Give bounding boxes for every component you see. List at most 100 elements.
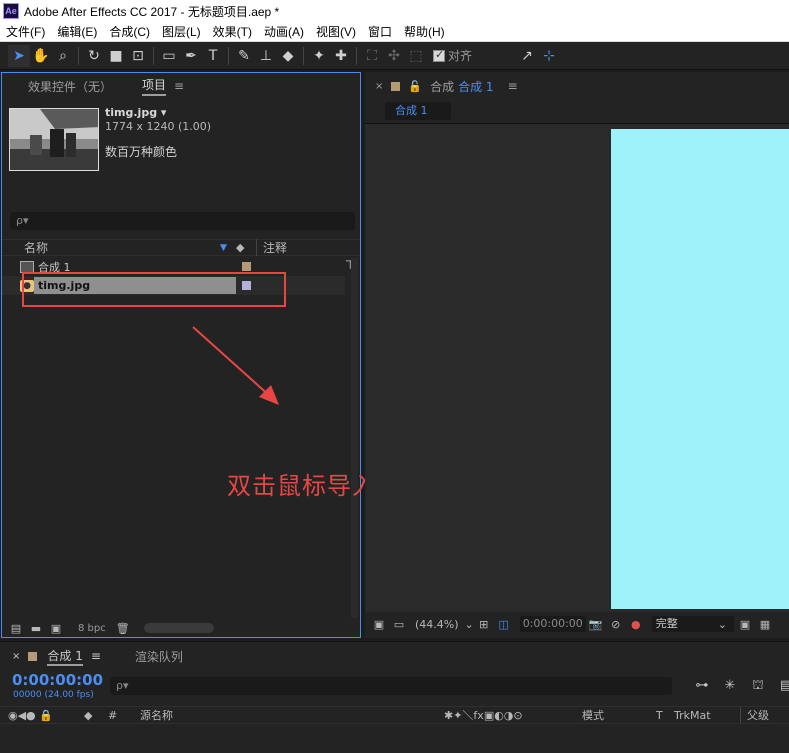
menu-window[interactable]: 窗口 <box>362 23 398 40</box>
rotation-tool-icon[interactable]: ↻ <box>83 45 105 67</box>
toggle-transparency-grid-icon[interactable]: ▦ <box>755 618 775 631</box>
frame-blending-icon[interactable]: ▤ <box>772 678 789 695</box>
column-track-matte[interactable]: TrkMat <box>674 709 711 722</box>
new-folder-icon[interactable]: ▬ <box>26 622 46 635</box>
panel-menu-icon[interactable]: ≡ <box>174 79 184 93</box>
composition-flowchart-icon[interactable]: ⊶ <box>688 678 716 695</box>
column-mode[interactable]: 模式 <box>582 707 604 723</box>
view-axis-icon[interactable]: ⬚ <box>405 45 427 67</box>
region-of-interest-icon[interactable]: ⊞ <box>474 618 494 631</box>
tab-project[interactable]: 项目 <box>142 76 167 96</box>
chevron-down-icon[interactable]: ⌄ <box>465 618 474 631</box>
project-search-input[interactable]: ρ▾ <box>10 212 355 230</box>
tab-render-queue[interactable]: 渲染队列 <box>135 648 183 665</box>
preview-file-name[interactable]: timg.jpg ▾ <box>105 106 166 119</box>
column-layer-number[interactable]: # <box>108 709 117 722</box>
comp-color-swatch <box>391 81 401 91</box>
timeline-current-time[interactable]: 0:00:00:00 <box>12 671 103 689</box>
zoom-level-select[interactable]: (44.4%) <box>415 618 459 631</box>
panel-menu-icon[interactable]: ≡ <box>91 649 101 663</box>
bit-depth-button[interactable]: 8 bpc <box>78 623 106 634</box>
interpret-footage-icon[interactable]: ▤ <box>6 622 26 635</box>
menu-layer[interactable]: 图层(L) <box>156 23 207 40</box>
show-snapshot-icon[interactable]: ⊘ <box>606 618 626 631</box>
label-color-swatch[interactable] <box>242 262 251 271</box>
camera-tool-icon[interactable]: ■ <box>105 45 127 67</box>
eraser-tool-icon[interactable]: ◆ <box>277 45 299 67</box>
lock-icon[interactable]: 🔓 <box>408 80 422 93</box>
monitor-icon[interactable]: ▭ <box>389 618 409 631</box>
column-source-name[interactable]: 源名称 <box>140 707 173 723</box>
tab-composition-1[interactable]: 合成 1 <box>458 78 493 95</box>
zoom-tool-icon[interactable]: ⌕ <box>52 45 74 67</box>
tab-timeline-composition[interactable]: 合成 1 <box>47 647 83 666</box>
current-time-display[interactable]: 0:00:00:00 <box>519 616 586 632</box>
brush-tool-icon[interactable]: ✎ <box>233 45 255 67</box>
shy-layers-icon[interactable]: ⛫ <box>744 678 772 695</box>
close-icon[interactable]: × <box>12 651 20 662</box>
column-parent[interactable]: 父级 <box>740 707 769 723</box>
composition-viewer[interactable] <box>365 124 789 612</box>
column-comment[interactable]: 注释 <box>256 239 287 256</box>
column-preserve-transparency[interactable]: T <box>656 709 663 722</box>
preview-color-depth: 数百万种颜色 <box>105 145 178 159</box>
snapshot-camera-icon[interactable]: 📷 <box>586 618 606 631</box>
snap-target-icon[interactable]: ⊹ <box>538 45 560 67</box>
menu-help[interactable]: 帮助(H) <box>398 23 451 40</box>
pan-behind-tool-icon[interactable]: ⊡ <box>127 45 149 67</box>
menu-animation[interactable]: 动画(A) <box>258 23 310 40</box>
selection-tool-icon[interactable]: ➤ <box>8 44 30 67</box>
pen-tool-icon[interactable]: ✒ <box>180 45 202 67</box>
timeline-tabs: × 合成 1 ≡ 渲染队列 <box>0 642 789 670</box>
panel-menu-icon[interactable]: ≡ <box>508 79 518 93</box>
trash-icon[interactable]: 🗑 <box>116 622 130 635</box>
annotation-arrow-icon <box>192 326 279 405</box>
project-horizontal-scrollbar[interactable] <box>143 623 214 633</box>
puppet-pin-tool-icon[interactable]: ✚ <box>330 45 352 67</box>
layer-switches-icon[interactable]: ✱✦＼fx▣◐◑⊙ <box>444 707 523 723</box>
snap-label: 对齐 <box>448 49 473 63</box>
hand-tool-icon[interactable]: ✋ <box>30 45 52 67</box>
menu-bar: 文件(F) 编辑(E) 合成(C) 图层(L) 效果(T) 动画(A) 视图(V… <box>0 22 789 42</box>
timeline-frame-rate: 00000 (24.00 fps) <box>13 690 94 700</box>
label-tag-icon[interactable]: ◆ <box>236 241 256 254</box>
new-composition-icon[interactable]: ▣ <box>46 622 66 635</box>
comp-breadcrumb[interactable]: 合成 1 <box>385 102 451 120</box>
project-scrollbar[interactable] <box>351 258 358 618</box>
label-tag-icon[interactable]: ◆ <box>84 709 92 722</box>
roto-brush-tool-icon[interactable]: ✦ <box>308 45 330 67</box>
composition-canvas[interactable] <box>611 129 789 609</box>
clone-stamp-tool-icon[interactable]: ⊥ <box>255 45 277 67</box>
tab-effect-controls[interactable]: 效果控件（无） <box>28 78 112 95</box>
composition-tabbar: × 🔓 合成 合成 1 ≡ <box>365 72 789 100</box>
snap-options-icon[interactable]: ↗ <box>516 45 538 67</box>
highlight-box <box>22 272 286 307</box>
draft-3d-icon[interactable]: ✳ <box>716 678 744 695</box>
menu-effect[interactable]: 效果(T) <box>207 23 258 40</box>
timeline-search-input[interactable]: ρ▾ <box>110 677 672 695</box>
snap-checkbox[interactable]: 对齐 <box>433 47 472 64</box>
project-panel: 效果控件（无） 项目 ≡ timg.jpg ▾ 1774 x 1240 (1.0… <box>1 72 361 638</box>
menu-edit[interactable]: 编辑(E) <box>51 23 103 40</box>
menu-composition[interactable]: 合成(C) <box>103 23 156 40</box>
type-tool-icon[interactable]: T <box>202 45 224 67</box>
transparency-grid-icon[interactable]: ◫ <box>494 618 514 631</box>
photo-thumbnail-image <box>10 109 98 170</box>
preview-dimensions: 1774 x 1240 (1.00) <box>105 120 212 133</box>
av-switches-icon[interactable]: ◉◀● 🔒 <box>8 709 53 722</box>
magnification-icon[interactable]: ▣ <box>369 618 389 631</box>
color-channels-icon[interactable]: ● <box>626 618 646 631</box>
fast-previews-icon[interactable]: ▣ <box>735 618 755 631</box>
sort-arrow-icon[interactable]: ▼ <box>220 243 236 253</box>
menu-file[interactable]: 文件(F) <box>0 23 51 40</box>
toolbar-divider <box>356 46 357 65</box>
toolbar-divider <box>153 46 154 65</box>
column-name[interactable]: 名称 <box>24 239 220 256</box>
chevron-down-icon[interactable]: ⌄ <box>718 618 727 631</box>
close-icon[interactable]: × <box>375 81 383 92</box>
local-axis-icon[interactable]: ⛶ <box>361 45 383 67</box>
menu-view[interactable]: 视图(V) <box>310 23 362 40</box>
project-column-header: 名称 ▼ ◆ 注释 <box>2 239 360 256</box>
rectangle-tool-icon[interactable]: ▭ <box>158 45 180 67</box>
world-axis-icon[interactable]: ✣ <box>383 45 405 67</box>
